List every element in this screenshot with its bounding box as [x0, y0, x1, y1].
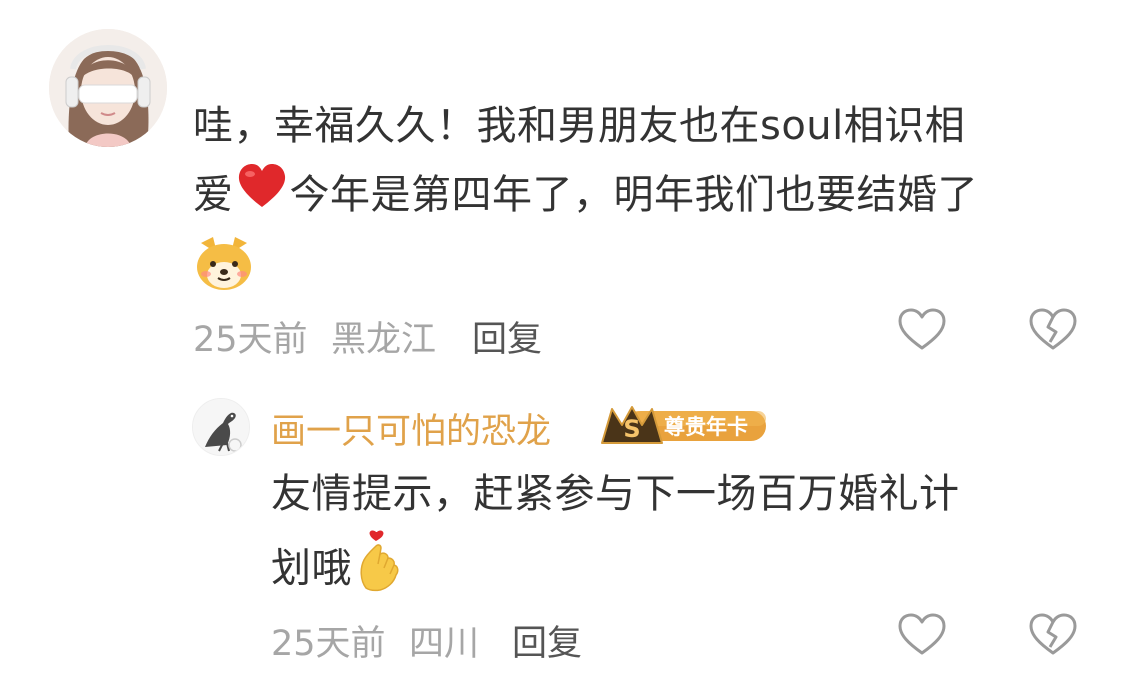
like-heart-icon[interactable] — [896, 611, 948, 659]
reply-time: 25天前 — [271, 624, 386, 664]
reply-location: 四川 — [409, 624, 480, 664]
finger-heart-emoji — [352, 528, 404, 613]
heart-emoji — [234, 161, 290, 233]
reply-avatar[interactable] — [192, 398, 250, 456]
reply-text-line2: 划哦 — [271, 528, 1071, 613]
reply-username[interactable]: 画一只可怕的恐龙 — [271, 403, 551, 454]
comment-text-line2-start: 爱 — [193, 172, 234, 218]
comment-text-line2-end: 今年是第四年了，明年我们也要结婚了 — [289, 172, 978, 218]
comment-time: 25天前 — [193, 320, 308, 360]
vip-letter: S — [623, 415, 640, 443]
broken-heart-icon[interactable] — [1027, 611, 1079, 659]
comment-location: 黑龙江 — [331, 320, 437, 360]
comment-text-line1: 哇，幸福久久！我和男朋友也在soul相识相 — [193, 103, 966, 149]
reply-avatar-image — [193, 399, 249, 455]
reply-reply-button[interactable]: 回复 — [512, 615, 582, 666]
reply-button[interactable]: 回复 — [472, 311, 542, 362]
reply-text-line1: 友情提示，赶紧参与下一场百万婚礼计 — [271, 471, 960, 517]
comment-text-line3 — [193, 233, 1073, 315]
avatar-image — [49, 29, 167, 147]
avatar[interactable] — [49, 29, 167, 147]
like-heart-icon[interactable] — [896, 306, 948, 354]
broken-heart-icon[interactable] — [1027, 306, 1079, 354]
reply-text: 友情提示，赶紧参与下一场百万婚礼计 划哦 — [271, 460, 1071, 613]
vip-badge: S 尊贵年卡 — [598, 403, 768, 447]
vip-badge-label: 尊贵年卡 — [664, 415, 748, 439]
comment-text: 哇，幸福久久！我和男朋友也在soul相识相 爱 今年是第四年了，明年我们也要结婚了 — [193, 92, 1073, 315]
dog-emoji — [193, 233, 255, 315]
reply-text-line2-start: 划哦 — [271, 545, 352, 592]
comment-text-line2: 爱 今年是第四年了，明年我们也要结婚了 — [193, 161, 1073, 233]
